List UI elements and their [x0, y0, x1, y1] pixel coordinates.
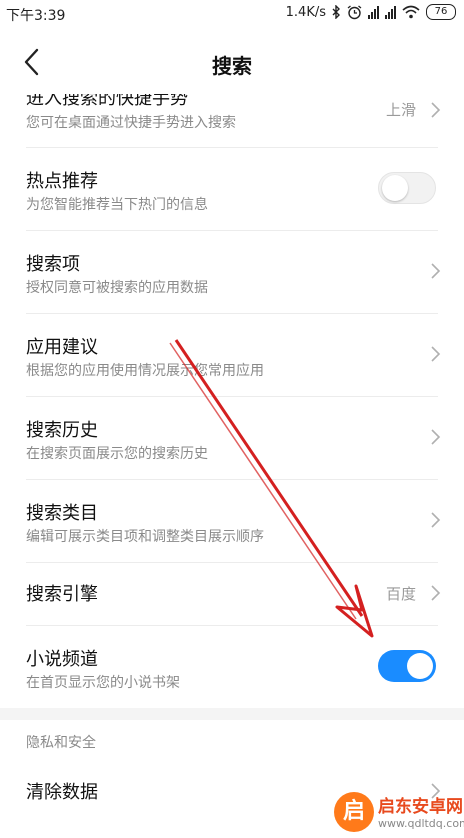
- toggle-knob: [407, 653, 433, 679]
- network-speed: 1.4K/s: [285, 4, 326, 20]
- row-title: 热点推荐: [26, 171, 98, 192]
- row-subtitle: 根据您的应用使用情况展示您常用应用: [26, 363, 264, 379]
- chevron-right-icon: [431, 263, 441, 279]
- battery-icon: 76: [426, 4, 456, 20]
- alarm-icon: [347, 4, 362, 19]
- settings-row-novel[interactable]: 小说频道 在首页显示您的小说书架: [0, 626, 464, 708]
- row-subtitle: 在搜索页面展示您的搜索历史: [26, 446, 208, 462]
- row-title: 应用建议: [26, 337, 98, 358]
- watermark-url: www.qdltdq.com: [378, 817, 464, 830]
- status-bar: 下午3:39 1.4K/s 76: [0, 0, 464, 28]
- row-subtitle: 为您智能推荐当下热门的信息: [26, 197, 208, 213]
- row-title: 搜索类目: [26, 503, 98, 524]
- row-title: 搜索引擎: [26, 584, 98, 605]
- settings-row-engine[interactable]: 搜索引擎 百度: [0, 563, 464, 625]
- watermark-title: 启东安卓网: [378, 797, 463, 817]
- settings-row-categories[interactable]: 搜索类目 编辑可展示类目项和调整类目展示顺序: [0, 480, 464, 562]
- novel-channel-toggle[interactable]: [378, 650, 436, 682]
- chevron-right-icon: [431, 346, 441, 362]
- section-separator: [0, 708, 464, 720]
- toggle-knob: [382, 175, 408, 201]
- bluetooth-icon: [332, 5, 340, 19]
- settings-row-history[interactable]: 搜索历史 在搜索页面展示您的搜索历史: [0, 397, 464, 479]
- row-title: 搜索历史: [26, 420, 98, 441]
- row-subtitle: 在首页显示您的小说书架: [26, 675, 180, 691]
- row-subtitle: 您可在桌面通过快捷手势进入搜索: [26, 115, 236, 131]
- row-title: 搜索项: [26, 254, 80, 275]
- chevron-right-icon: [431, 512, 441, 528]
- chevron-right-icon: [431, 429, 441, 445]
- settings-row-gesture[interactable]: 进入搜索的快捷手势 您可在桌面通过快捷手势进入搜索 上滑: [0, 88, 464, 146]
- hot-recommend-toggle[interactable]: [378, 172, 436, 204]
- signal-icon: [368, 5, 379, 19]
- chevron-right-icon: [431, 585, 441, 601]
- settings-row-app-suggest[interactable]: 应用建议 根据您的应用使用情况展示您常用应用: [0, 314, 464, 396]
- chevron-right-icon: [431, 102, 441, 118]
- row-value: 百度: [385, 585, 416, 603]
- status-time: 下午3:39: [6, 8, 66, 24]
- row-value: 上滑: [385, 101, 416, 119]
- row-subtitle: 编辑可展示类目项和调整类目展示顺序: [26, 529, 264, 545]
- section-header-privacy: 隐私和安全: [26, 735, 96, 751]
- wifi-icon: [402, 5, 420, 19]
- settings-row-search-items[interactable]: 搜索项 授权同意可被搜索的应用数据: [0, 231, 464, 313]
- row-title: 清除数据: [26, 782, 98, 803]
- row-title: 小说频道: [26, 649, 98, 670]
- header: 搜索: [0, 38, 464, 90]
- page-title: 搜索: [212, 54, 252, 78]
- settings-row-hot-recommend[interactable]: 热点推荐 为您智能推荐当下热门的信息: [0, 148, 464, 230]
- watermark: 启 启东安卓网 www.qdltdq.com: [334, 790, 464, 836]
- row-subtitle: 授权同意可被搜索的应用数据: [26, 280, 208, 296]
- signal-icon: [385, 5, 396, 19]
- status-icons: 1.4K/s 76: [286, 4, 456, 20]
- watermark-logo-icon: 启: [334, 792, 374, 832]
